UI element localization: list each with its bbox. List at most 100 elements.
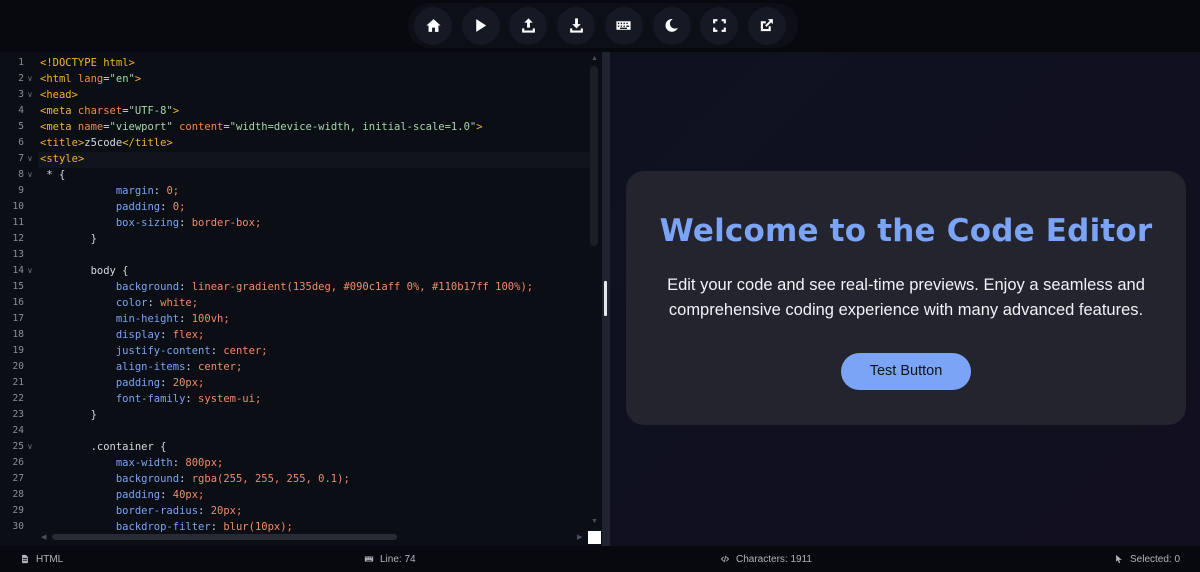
status-language: HTML xyxy=(20,546,63,572)
line-number: 10 xyxy=(12,201,24,212)
line-number: 28 xyxy=(12,489,24,500)
status-bar: HTML Line: 74 Characters: 1911 Selected:… xyxy=(0,546,1200,572)
external-link-icon xyxy=(761,19,774,32)
keyboard-button[interactable] xyxy=(604,6,643,45)
code-line[interactable]: <!DOCTYPE html> xyxy=(40,55,135,71)
fold-chevron-icon[interactable]: ∨ xyxy=(27,71,33,87)
code-line[interactable]: <html lang="en"> xyxy=(40,71,141,87)
code-line[interactable]: <meta charset="UTF-8"> xyxy=(40,103,179,119)
theme-toggle-button[interactable] xyxy=(652,6,691,45)
scrollbar-corner xyxy=(588,531,601,544)
code-line[interactable]: justify-content: center; xyxy=(40,343,268,359)
upload-button[interactable] xyxy=(509,6,548,45)
code-line[interactable]: max-width: 800px; xyxy=(40,455,224,471)
keyboard-icon xyxy=(616,21,631,30)
open-external-button[interactable] xyxy=(747,6,786,45)
code-line[interactable]: } xyxy=(40,231,97,247)
fold-chevron-icon[interactable]: ∨ xyxy=(27,263,33,279)
line-number: 9 xyxy=(18,185,24,196)
line-number: 22 xyxy=(12,393,24,404)
code-line[interactable]: body { xyxy=(40,263,129,279)
fold-chevron-icon[interactable]: ∨ xyxy=(27,167,33,183)
line-number: 18 xyxy=(12,329,24,340)
keyboard-small-icon xyxy=(364,556,374,562)
line-number: 1 xyxy=(18,57,24,68)
code-line[interactable]: border-radius: 20px; xyxy=(40,503,242,519)
line-number: 8 xyxy=(18,169,24,180)
preview-pane: Welcome to the Code Editor Edit your cod… xyxy=(610,52,1200,546)
scroll-right-arrow[interactable]: ▶ xyxy=(577,533,582,541)
status-characters-label: Characters: 1911 xyxy=(736,553,812,565)
home-icon xyxy=(425,19,441,32)
line-number: 3 xyxy=(18,89,24,100)
status-line-label: Line: 74 xyxy=(380,553,416,565)
line-number: 19 xyxy=(12,345,24,356)
code-line[interactable]: padding: 20px; xyxy=(40,375,205,391)
code-line[interactable]: align-items: center; xyxy=(40,359,242,375)
code-editor-app: 1 2 ∨ 3 ∨ 4 5 6 7 ∨ 8 ∨ 9 10 11 12 13 14 ∨ 15 16 17 18 19 20 21 22… xyxy=(0,0,1200,572)
moon-icon xyxy=(665,19,678,32)
code-line[interactable]: color: white; xyxy=(40,295,198,311)
test-button[interactable]: Test Button xyxy=(841,353,971,390)
fullscreen-button[interactable] xyxy=(700,6,739,45)
download-icon xyxy=(569,18,583,33)
top-toolbar xyxy=(0,0,1200,52)
horizontal-scrollbar[interactable] xyxy=(52,534,397,540)
line-number: 17 xyxy=(12,313,24,324)
active-line-highlight xyxy=(38,152,590,168)
code-line[interactable]: min-height: 100vh; xyxy=(40,311,230,327)
code-line[interactable]: <style> xyxy=(40,151,84,167)
line-number: 11 xyxy=(12,217,24,228)
code-line[interactable]: } xyxy=(40,407,97,423)
code-line[interactable]: background: rgba(255, 255, 255, 0.1); xyxy=(40,471,350,487)
vertical-scrollbar[interactable] xyxy=(590,66,598,246)
line-number: 14 xyxy=(12,265,24,276)
scroll-down-arrow[interactable]: ▼ xyxy=(591,518,598,525)
fold-chevron-icon[interactable]: ∨ xyxy=(27,439,33,455)
line-number: 7 xyxy=(18,153,24,164)
line-number: 26 xyxy=(12,457,24,468)
status-selected-label: Selected: 0 xyxy=(1130,553,1181,565)
code-editor-pane[interactable]: 1 2 ∨ 3 ∨ 4 5 6 7 ∨ 8 ∨ 9 10 11 12 13 14 ∨ 15 16 17 18 19 20 21 22… xyxy=(0,52,602,546)
code-line[interactable]: margin: 0; xyxy=(40,183,179,199)
line-number: 29 xyxy=(12,505,24,516)
status-language-label: HTML xyxy=(36,553,64,565)
fold-chevron-icon[interactable]: ∨ xyxy=(27,87,33,103)
run-button[interactable] xyxy=(461,6,500,45)
code-line[interactable]: * { xyxy=(40,167,65,183)
code-line[interactable]: font-family: system-ui; xyxy=(40,391,261,407)
line-number: 25 xyxy=(12,441,24,452)
line-number: 20 xyxy=(12,361,24,372)
preview-description: Edit your code and see real-time preview… xyxy=(667,276,1145,319)
code-line[interactable]: <meta name="viewport" content="width=dev… xyxy=(40,119,483,135)
code-line[interactable]: background: linear-gradient(135deg, #090… xyxy=(40,279,533,295)
line-number: 6 xyxy=(18,137,24,148)
home-button[interactable] xyxy=(414,6,452,45)
line-number: 12 xyxy=(12,233,24,244)
expand-icon xyxy=(712,19,726,32)
resize-handle[interactable] xyxy=(604,281,607,316)
preview-title: Welcome to the Code Editor xyxy=(659,213,1153,249)
cursor-icon xyxy=(1116,554,1122,564)
code-line[interactable]: <title>z5code</title> xyxy=(40,135,173,151)
status-characters: Characters: 1911 xyxy=(720,546,812,572)
code-line[interactable]: backdrop-filter: blur(10px); xyxy=(40,519,293,535)
line-number-gutter: 1 2 ∨ 3 ∨ 4 5 6 7 ∨ 8 ∨ 9 10 11 12 13 14 ∨ 15 16 17 18 19 20 21 22… xyxy=(0,52,38,546)
code-line[interactable]: .container { xyxy=(40,439,167,455)
code-line[interactable]: padding: 40px; xyxy=(40,487,205,503)
upload-icon xyxy=(522,18,535,33)
scroll-up-arrow[interactable]: ▲ xyxy=(591,55,598,62)
scroll-left-arrow[interactable]: ◀ xyxy=(41,533,46,541)
fold-chevron-icon[interactable]: ∨ xyxy=(27,151,33,167)
code-line[interactable]: padding: 0; xyxy=(40,199,186,215)
code-line[interactable]: display: flex; xyxy=(40,327,205,343)
line-number: 16 xyxy=(12,297,24,308)
line-number: 30 xyxy=(12,521,24,532)
line-number: 2 xyxy=(18,73,24,84)
status-selected: Selected: 0 xyxy=(1114,546,1180,572)
code-line[interactable]: box-sizing: border-box; xyxy=(40,215,261,231)
preview-card: Welcome to the Code Editor Edit your cod… xyxy=(626,171,1186,425)
line-number: 27 xyxy=(12,473,24,484)
code-line[interactable]: <head> xyxy=(40,87,78,103)
download-button[interactable] xyxy=(557,6,596,45)
